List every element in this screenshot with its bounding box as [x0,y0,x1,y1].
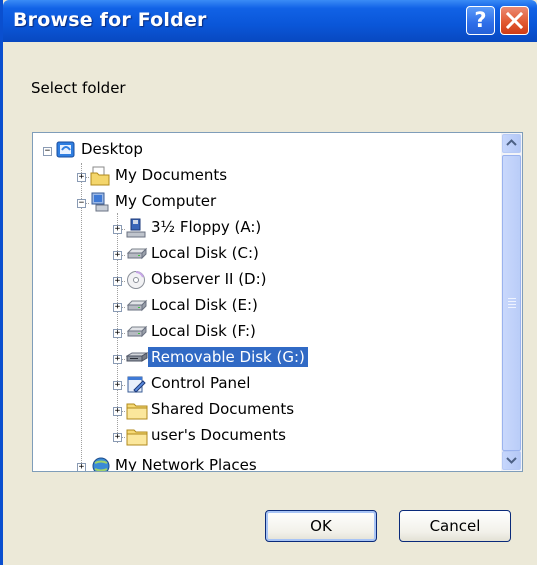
folder-documents-icon [90,166,110,186]
help-icon: ? [474,8,487,32]
tree-item-label: Local Disk (E:) [151,296,258,314]
chevron-up-icon [506,139,517,146]
hard-drive-icon [126,247,148,260]
expand-toggle[interactable]: + [77,463,86,471]
tree-item-observer-d[interactable]: + Observer II (D:) [33,268,493,294]
scroll-down-button[interactable] [502,451,521,470]
tree-item-label: My Computer [115,192,217,210]
tree-item-my-network-places[interactable]: + My Network Places [33,454,493,472]
folder-tree[interactable]: − Desktop + My Documents − My Computer +… [32,132,523,472]
tree-item-label: Local Disk (C:) [151,244,259,262]
thumb-grip [508,304,516,305]
scroll-thumb[interactable] [502,155,521,451]
tree-item-users-documents[interactable]: + user's Documents [33,424,493,450]
tree-item-label: Removable Disk (G:) [148,347,308,367]
close-button[interactable] [500,6,529,35]
title-bar[interactable]: Browse for Folder ? [3,0,537,42]
folder-icon [126,429,148,446]
tree-item-removable-disk-g[interactable]: + Removable Disk (G:) [33,346,493,372]
tree-item-floppy-a[interactable]: + 3½ Floppy (A:) [33,216,493,242]
folder-icon [126,403,148,420]
cd-drive-icon [127,271,145,289]
tree-item-desktop[interactable]: − Desktop [33,138,493,164]
thumb-grip [508,307,516,308]
expand-toggle[interactable]: + [113,225,122,234]
tree-item-my-computer[interactable]: − My Computer [33,190,493,216]
expand-toggle[interactable]: + [113,407,122,416]
vertical-scrollbar[interactable] [501,133,522,471]
removable-drive-icon [126,352,148,362]
expand-toggle[interactable]: + [113,381,122,390]
expand-toggle[interactable]: + [113,433,122,442]
tree-item-local-disk-c[interactable]: + Local Disk (C:) [33,242,493,268]
tree-item-label: Local Disk (F:) [151,322,256,340]
tree-item-label: Shared Documents [151,400,295,418]
chevron-down-icon [506,457,517,464]
tree-item-label: My Documents [115,166,228,184]
tree-item-label: user's Documents [151,426,286,444]
dialog-title: Browse for Folder [13,9,207,31]
tree-item-local-disk-e[interactable]: + Local Disk (E:) [33,294,493,320]
hard-drive-icon [126,325,148,338]
prompt-label: Select folder [31,79,126,97]
expand-toggle[interactable]: + [77,173,86,182]
help-button[interactable]: ? [466,6,495,35]
expand-toggle[interactable]: + [113,329,122,338]
control-panel-icon [127,376,146,393]
thumb-grip [508,301,516,302]
scroll-up-button[interactable] [502,134,521,153]
tree-item-control-panel[interactable]: + Control Panel [33,372,493,398]
ok-button[interactable]: OK [265,510,377,542]
collapse-toggle[interactable]: − [77,199,86,208]
cancel-button[interactable]: Cancel [399,510,511,542]
expand-toggle[interactable]: + [113,355,122,364]
computer-icon [91,192,109,212]
floppy-drive-icon [126,218,146,238]
tree-item-shared-documents[interactable]: + Shared Documents [33,398,493,424]
collapse-toggle[interactable]: − [43,147,52,156]
thumb-grip [508,298,516,299]
tree-item-my-documents[interactable]: + My Documents [33,164,493,190]
close-icon [505,11,524,30]
expand-toggle[interactable]: + [113,251,122,260]
expand-toggle[interactable]: + [113,277,122,286]
desktop-icon [56,141,75,158]
tree-item-label: Observer II (D:) [151,270,267,288]
tree-item-label: My Network Places [115,456,257,472]
tree-item-label: Control Panel [151,374,251,392]
network-places-icon [92,457,110,471]
tree-item-label: Desktop [81,140,143,158]
hard-drive-icon [126,299,148,312]
browse-for-folder-dialog: Browse for Folder ? Select folder − Desk… [0,0,537,565]
expand-toggle[interactable]: + [113,303,122,312]
tree-item-local-disk-f[interactable]: + Local Disk (F:) [33,320,493,346]
tree-item-label: 3½ Floppy (A:) [151,218,262,236]
